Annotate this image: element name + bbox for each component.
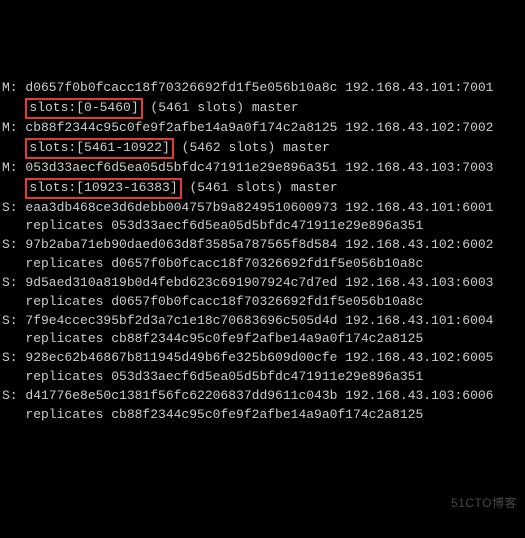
line-text: S: 97b2aba71eb90daed063d8f3585a787565f8d… — [2, 237, 493, 252]
slots-highlight: slots:[5461-10922] — [25, 138, 173, 159]
line-text: (5461 slots) master — [143, 100, 299, 115]
terminal-line: S: 9d5aed310a819b0d4febd623c691907924c7d… — [2, 274, 523, 293]
terminal-line: S: 928ec62b46867b811945d49b6fe325b609d00… — [2, 349, 523, 368]
line-text — [2, 140, 25, 155]
terminal-line: replicates d0657f0b0fcacc18f70326692fd1f… — [2, 293, 523, 312]
terminal-line: slots:[5461-10922] (5462 slots) master — [2, 138, 523, 159]
line-text: M: 053d33aecf6d5ea05d5bfdc471911e29e896a… — [2, 160, 493, 175]
terminal-line: replicates 053d33aecf6d5ea05d5bfdc471911… — [2, 368, 523, 387]
terminal-output: M: d0657f0b0fcacc18f70326692fd1f5e056b10… — [2, 79, 523, 424]
line-text: S: d41776e8e50c1381f56fc62206837dd9611c0… — [2, 388, 493, 403]
watermark-text: 51CTO博客 — [451, 495, 517, 512]
terminal-line: S: 7f9e4ccec395bf2d3a7c1e18c70683696c505… — [2, 312, 523, 331]
terminal-line: M: d0657f0b0fcacc18f70326692fd1f5e056b10… — [2, 79, 523, 98]
terminal-line: replicates d0657f0b0fcacc18f70326692fd1f… — [2, 255, 523, 274]
terminal-line: replicates cb88f2344c95c0fe9f2afbe14a9a0… — [2, 406, 523, 425]
terminal-line: slots:[0-5460] (5461 slots) master — [2, 98, 523, 119]
line-text — [2, 100, 25, 115]
line-text — [2, 180, 25, 195]
line-text: replicates d0657f0b0fcacc18f70326692fd1f… — [2, 294, 423, 309]
terminal-line: M: 053d33aecf6d5ea05d5bfdc471911e29e896a… — [2, 159, 523, 178]
terminal-line: slots:[10923-16383] (5461 slots) master — [2, 178, 523, 199]
slots-highlight: slots:[10923-16383] — [25, 178, 181, 199]
terminal-line: S: d41776e8e50c1381f56fc62206837dd9611c0… — [2, 387, 523, 406]
line-text: replicates d0657f0b0fcacc18f70326692fd1f… — [2, 256, 423, 271]
line-text: S: eaa3db468ce3d6debb004757b9a8249510600… — [2, 200, 493, 215]
line-text: M: d0657f0b0fcacc18f70326692fd1f5e056b10… — [2, 80, 493, 95]
terminal-line: replicates 053d33aecf6d5ea05d5bfdc471911… — [2, 217, 523, 236]
line-text: (5461 slots) master — [182, 180, 338, 195]
line-text: replicates cb88f2344c95c0fe9f2afbe14a9a0… — [2, 331, 423, 346]
line-text: replicates cb88f2344c95c0fe9f2afbe14a9a0… — [2, 407, 423, 422]
line-text: S: 7f9e4ccec395bf2d3a7c1e18c70683696c505… — [2, 313, 493, 328]
line-text: (5462 slots) master — [174, 140, 330, 155]
line-text: S: 9d5aed310a819b0d4febd623c691907924c7d… — [2, 275, 493, 290]
terminal-line: M: cb88f2344c95c0fe9f2afbe14a9a0f174c2a8… — [2, 119, 523, 138]
slots-highlight: slots:[0-5460] — [25, 98, 142, 119]
terminal-line: replicates cb88f2344c95c0fe9f2afbe14a9a0… — [2, 330, 523, 349]
line-text: replicates 053d33aecf6d5ea05d5bfdc471911… — [2, 369, 423, 384]
terminal-line: S: 97b2aba71eb90daed063d8f3585a787565f8d… — [2, 236, 523, 255]
line-text: replicates 053d33aecf6d5ea05d5bfdc471911… — [2, 218, 423, 233]
line-text: S: 928ec62b46867b811945d49b6fe325b609d00… — [2, 350, 493, 365]
terminal-line: S: eaa3db468ce3d6debb004757b9a8249510600… — [2, 199, 523, 218]
line-text: M: cb88f2344c95c0fe9f2afbe14a9a0f174c2a8… — [2, 120, 493, 135]
